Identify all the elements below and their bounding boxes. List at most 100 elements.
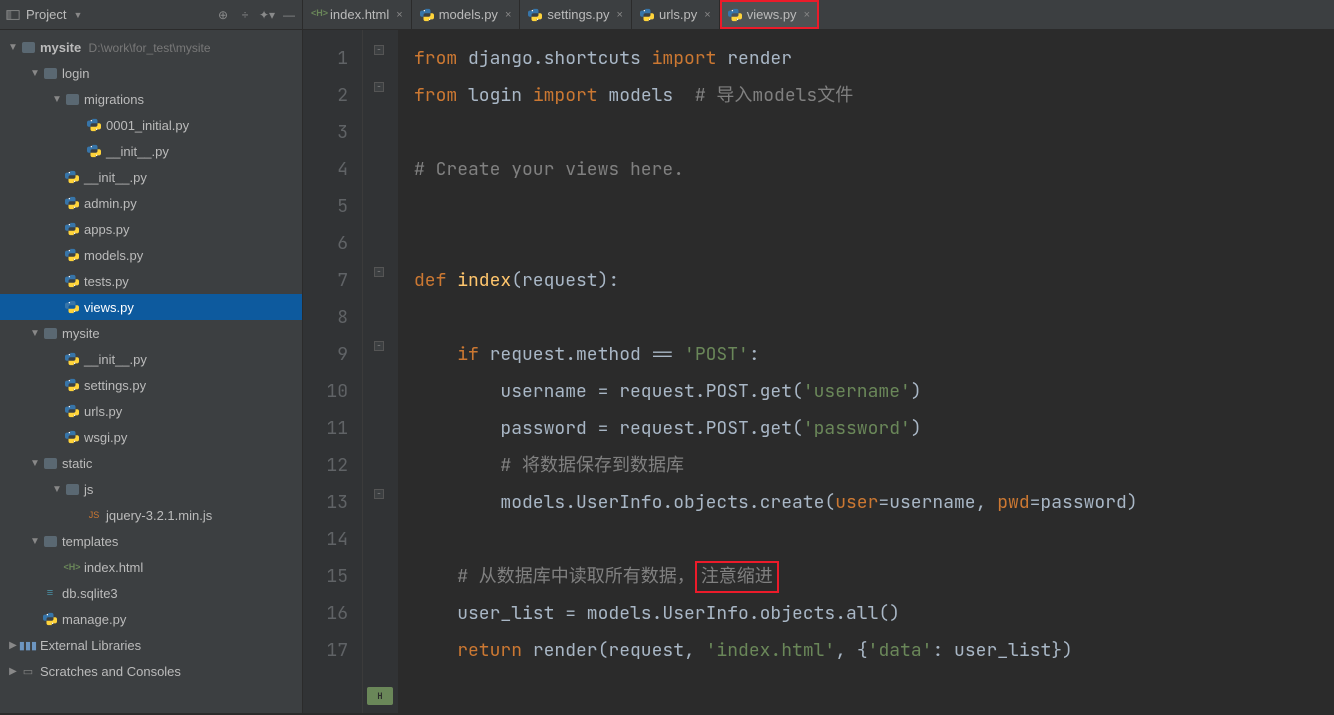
code-line[interactable]: if request.method == 'POST':: [414, 336, 1334, 373]
tree-item-external-libraries[interactable]: ▶▮▮▮External Libraries: [0, 632, 302, 658]
divide-icon[interactable]: ÷: [238, 8, 252, 22]
fold-icon[interactable]: −: [374, 267, 384, 277]
expand-arrow-icon[interactable]: ▼: [6, 42, 20, 53]
expand-arrow-icon[interactable]: ▼: [28, 68, 42, 79]
tree-item-templates[interactable]: ▼templates: [0, 528, 302, 554]
code-content[interactable]: from django.shortcuts import renderfrom …: [398, 30, 1334, 713]
expand-arrow-icon[interactable]: ▼: [28, 536, 42, 547]
line-number: 12: [303, 447, 348, 484]
tree-item-label: mysite: [62, 326, 100, 341]
close-icon[interactable]: ×: [704, 9, 710, 21]
project-tree[interactable]: ▼mysite D:\work\for_test\mysite▼login▼mi…: [0, 30, 302, 713]
tab-urls-py[interactable]: urls.py×: [632, 0, 720, 29]
code-line[interactable]: return render(request, 'index.html', {'d…: [414, 632, 1334, 669]
fold-icon[interactable]: −: [374, 489, 384, 499]
code-line[interactable]: def index(request):: [414, 262, 1334, 299]
code-line[interactable]: [414, 188, 1334, 225]
expand-arrow-icon[interactable]: ▼: [50, 484, 64, 495]
code-line[interactable]: password = request.POST.get('password'): [414, 410, 1334, 447]
tree-item-mysite[interactable]: ▼ mysite: [0, 320, 302, 346]
tree-item---init---py[interactable]: ▶__init__.py: [0, 138, 302, 164]
tree-item-label: jquery-3.2.1.min.js: [106, 508, 212, 523]
code-line[interactable]: username = request.POST.get('username'): [414, 373, 1334, 410]
expand-arrow-icon[interactable]: ▶: [6, 640, 20, 651]
gutter-icons: − − − − − H: [363, 30, 398, 713]
tab-settings-py[interactable]: settings.py×: [520, 0, 632, 29]
tree-item-models-py[interactable]: ▶models.py: [0, 242, 302, 268]
code-line[interactable]: from login import models # 导入models文件: [414, 77, 1334, 114]
collapse-icon[interactable]: ⊕: [216, 8, 230, 22]
tree-item-static[interactable]: ▼static: [0, 450, 302, 476]
tab-models-py[interactable]: models.py×: [412, 0, 521, 29]
html-file-icon: <H>: [311, 8, 325, 22]
fold-icon[interactable]: −: [374, 82, 384, 92]
code-line[interactable]: [414, 299, 1334, 336]
tree-item-label: index.html: [84, 560, 143, 575]
line-number: 2: [303, 77, 348, 114]
tree-item-login[interactable]: ▼login: [0, 60, 302, 86]
project-sidebar: Project▼ ⊕ ÷ ✦▾ — ▼mysite D:\work\for_te…: [0, 0, 303, 713]
line-number: 10: [303, 373, 348, 410]
tree-item-label: External Libraries: [40, 638, 141, 653]
tree-item-admin-py[interactable]: ▶admin.py: [0, 190, 302, 216]
tree-item-db-sqlite3[interactable]: ▶≡db.sqlite3: [0, 580, 302, 606]
tree-item-0001-initial-py[interactable]: ▶0001_initial.py: [0, 112, 302, 138]
tree-item---init---py[interactable]: ▶__init__.py: [0, 164, 302, 190]
code-line[interactable]: # Create your views here.: [414, 151, 1334, 188]
tree-item-tests-py[interactable]: ▶tests.py: [0, 268, 302, 294]
close-icon[interactable]: ×: [617, 9, 623, 21]
line-number: 7: [303, 262, 348, 299]
tab-views-py[interactable]: views.py×: [720, 0, 819, 29]
tree-item-views-py[interactable]: ▶views.py: [0, 294, 302, 320]
hide-icon[interactable]: —: [282, 8, 296, 22]
tree-item-settings-py[interactable]: ▶settings.py: [0, 372, 302, 398]
code-line[interactable]: models.UserInfo.objects.create(user=user…: [414, 484, 1334, 521]
line-number: 5: [303, 188, 348, 225]
fold-icon[interactable]: −: [374, 45, 384, 55]
tree-item-jquery-3-2-1-min-js[interactable]: ▶JSjquery-3.2.1.min.js: [0, 502, 302, 528]
fold-icon[interactable]: −: [374, 341, 384, 351]
code-line[interactable]: # 将数据保存到数据库: [414, 447, 1334, 484]
html-indicator-icon[interactable]: H: [367, 687, 393, 705]
tree-item-label: models.py: [84, 248, 143, 263]
code-line[interactable]: [414, 521, 1334, 558]
tree-item-js[interactable]: ▼js: [0, 476, 302, 502]
tree-item-apps-py[interactable]: ▶apps.py: [0, 216, 302, 242]
code-line[interactable]: [414, 114, 1334, 151]
expand-arrow-icon[interactable]: ▼: [28, 328, 42, 339]
python-file-icon: [64, 429, 80, 445]
expand-arrow-icon[interactable]: ▼: [50, 94, 64, 105]
tree-item-label: admin.py: [84, 196, 137, 211]
tree-item-mysite[interactable]: ▼mysite D:\work\for_test\mysite: [0, 34, 302, 60]
project-tool-icon[interactable]: [6, 8, 20, 22]
tree-item-wsgi-py[interactable]: ▶wsgi.py: [0, 424, 302, 450]
expand-arrow-icon[interactable]: ▶: [6, 666, 20, 677]
tree-item-urls-py[interactable]: ▶urls.py: [0, 398, 302, 424]
tree-item-scratches-and-consoles[interactable]: ▶▭Scratches and Consoles: [0, 658, 302, 684]
expand-arrow-icon[interactable]: ▼: [28, 458, 42, 469]
show-options-icon[interactable]: ✦▾: [260, 8, 274, 22]
tree-item-label: __init__.py: [106, 144, 169, 159]
tab-index-html[interactable]: <H>index.html×: [303, 0, 412, 29]
python-file-icon: [420, 8, 434, 22]
python-file-icon: [64, 195, 80, 211]
close-icon[interactable]: ×: [804, 9, 810, 21]
code-line[interactable]: user_list = models.UserInfo.objects.all(…: [414, 595, 1334, 632]
folder-icon: [64, 481, 80, 497]
tree-item-index-html[interactable]: ▶<H>index.html: [0, 554, 302, 580]
close-icon[interactable]: ×: [396, 9, 402, 21]
code-line[interactable]: [414, 225, 1334, 262]
code-line[interactable]: from django.shortcuts import render: [414, 40, 1334, 77]
database-icon: ≡: [42, 585, 58, 601]
tree-item-migrations[interactable]: ▼migrations: [0, 86, 302, 112]
line-number: 3: [303, 114, 348, 151]
tree-item-label: views.py: [84, 300, 134, 315]
editor-area: <H>index.html×models.py×settings.py×urls…: [303, 0, 1334, 713]
tree-item---init---py[interactable]: ▶__init__.py: [0, 346, 302, 372]
js-file-icon: JS: [86, 507, 102, 523]
code-line[interactable]: # 从数据库中读取所有数据，注意缩进: [414, 558, 1334, 595]
close-icon[interactable]: ×: [505, 9, 511, 21]
python-file-icon: [64, 403, 80, 419]
sidebar-title[interactable]: Project▼: [26, 7, 210, 22]
tree-item-manage-py[interactable]: ▶manage.py: [0, 606, 302, 632]
